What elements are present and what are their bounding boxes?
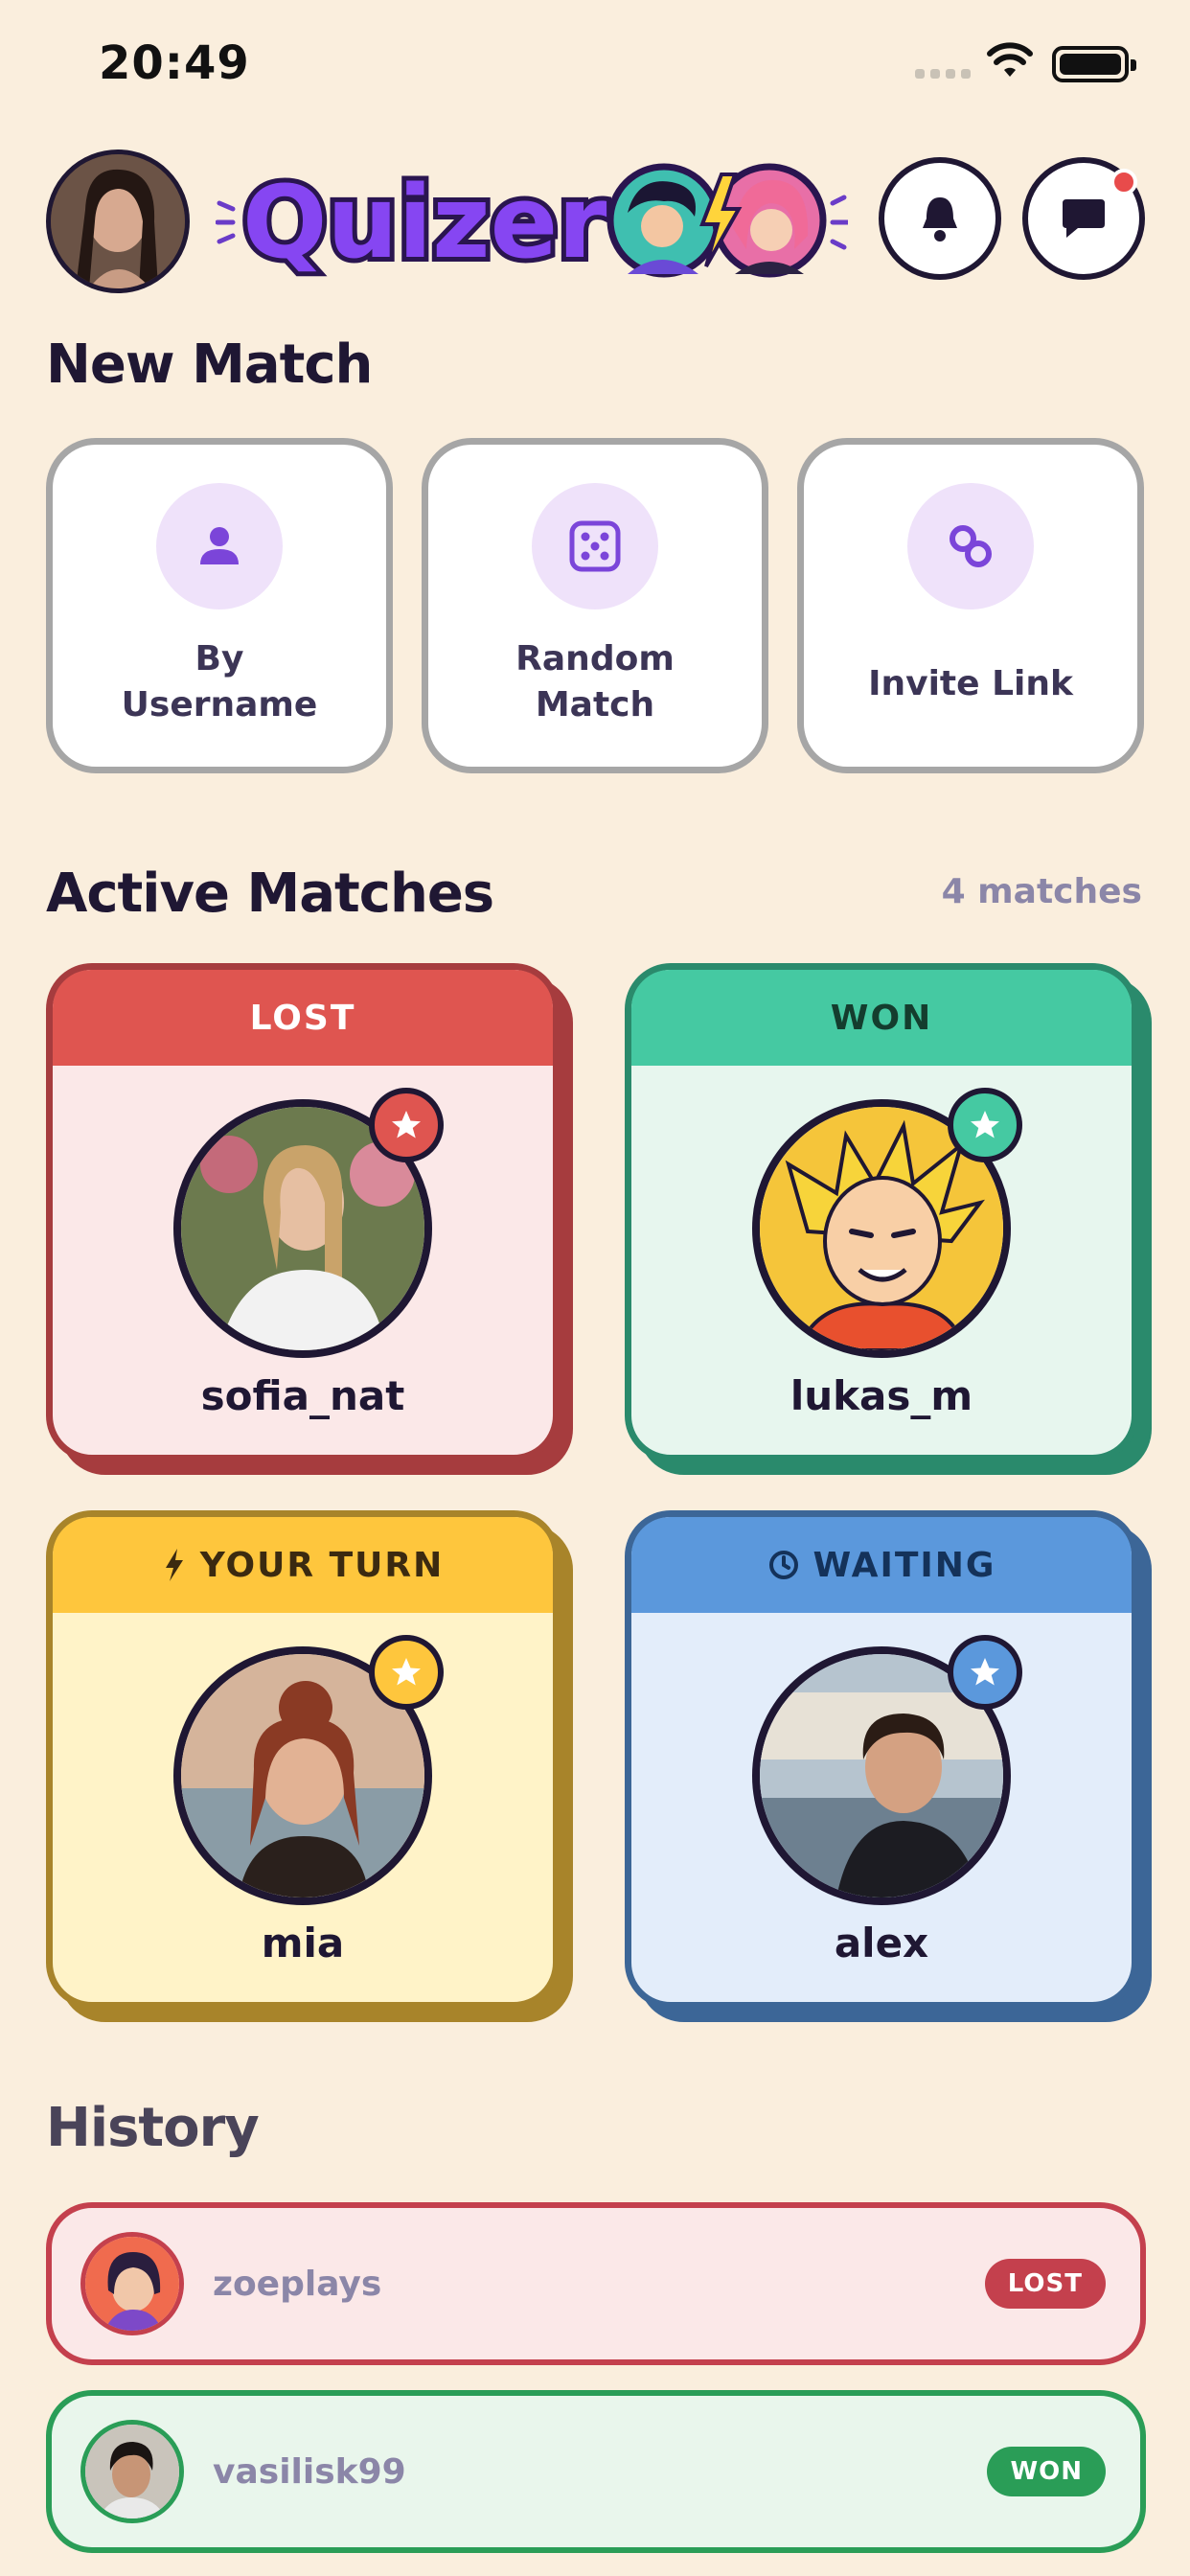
history-avatar	[80, 2420, 184, 2523]
invite-link-label: Invite Link	[868, 664, 1073, 703]
random-match-button[interactable]: Random Match	[422, 438, 768, 773]
history-avatar	[80, 2232, 184, 2335]
match-count: 4 matches	[941, 872, 1142, 911]
star-icon	[392, 1658, 421, 1686]
wifi-icon	[987, 42, 1033, 77]
match-status-header: YOUR TURN	[53, 1517, 553, 1613]
match-status-label: LOST	[249, 998, 356, 1038]
history-row-vasilisk99[interactable]: vasilisk99 WON	[46, 2390, 1146, 2553]
chat-bubble-icon	[1063, 199, 1105, 238]
new-match-heading: New Match	[46, 334, 373, 396]
dice-icon	[569, 520, 621, 572]
active-match-card-mia[interactable]: YOUR TURN mia	[46, 1510, 560, 2009]
history-heading: History	[46, 2097, 260, 2159]
match-status-label: WAITING	[812, 1545, 996, 1585]
match-status-header: LOST	[53, 970, 553, 1066]
active-matches-heading: Active Matches	[46, 862, 494, 925]
favorite-star-button[interactable]	[369, 1088, 444, 1162]
active-match-card-alex[interactable]: WAITING alex	[625, 1510, 1138, 2009]
notifications-button[interactable]	[879, 157, 1001, 280]
star-icon	[392, 1111, 421, 1138]
battery-icon	[1052, 46, 1136, 82]
result-badge: LOST	[984, 2259, 1106, 2309]
bell-icon	[923, 197, 957, 242]
by-username-label: By Username	[121, 639, 318, 724]
opponent-name: lukas_m	[790, 1372, 973, 1419]
favorite-star-button[interactable]	[369, 1635, 444, 1710]
match-status-label: WON	[830, 998, 933, 1038]
star-icon	[971, 1111, 999, 1138]
by-username-button[interactable]: By Username	[46, 438, 393, 773]
invite-link-button[interactable]: Invite Link	[797, 438, 1144, 773]
cellular-signal-icon	[915, 69, 971, 79]
status-time: 20:49	[99, 36, 250, 90]
favorite-star-button[interactable]	[948, 1635, 1022, 1710]
opponent-name: alex	[834, 1920, 929, 1966]
clock-icon	[768, 1551, 798, 1579]
quizer-logo: Quizer	[216, 159, 848, 286]
match-status-label: YOUR TURN	[199, 1545, 445, 1585]
opponent-name: mia	[261, 1920, 345, 1966]
history-opponent-name: zoeplays	[213, 2264, 382, 2304]
active-match-card-lukas[interactable]: WON lukas_m	[625, 963, 1138, 1461]
match-status-header: WAITING	[631, 1517, 1132, 1613]
unread-dot	[1110, 169, 1137, 196]
opponent-name: sofia_nat	[200, 1372, 405, 1419]
messages-button[interactable]	[1022, 157, 1145, 280]
result-badge: WON	[987, 2447, 1106, 2496]
link-icon	[950, 525, 992, 567]
profile-avatar[interactable]	[46, 150, 190, 293]
random-match-label: Random Match	[515, 639, 675, 724]
history-row-zoeplays[interactable]: zoeplays LOST	[46, 2202, 1146, 2365]
person-icon	[200, 527, 239, 564]
logo-text: Quizer	[242, 164, 606, 281]
status-bar: 20:49	[0, 0, 1190, 125]
star-icon	[971, 1658, 999, 1686]
match-status-header: WON	[631, 970, 1132, 1066]
lightning-icon	[165, 1549, 183, 1581]
history-opponent-name: vasilisk99	[213, 2451, 406, 2492]
favorite-star-button[interactable]	[948, 1088, 1022, 1162]
active-match-card-sofia[interactable]: LOST sofia_nat	[46, 963, 560, 1461]
